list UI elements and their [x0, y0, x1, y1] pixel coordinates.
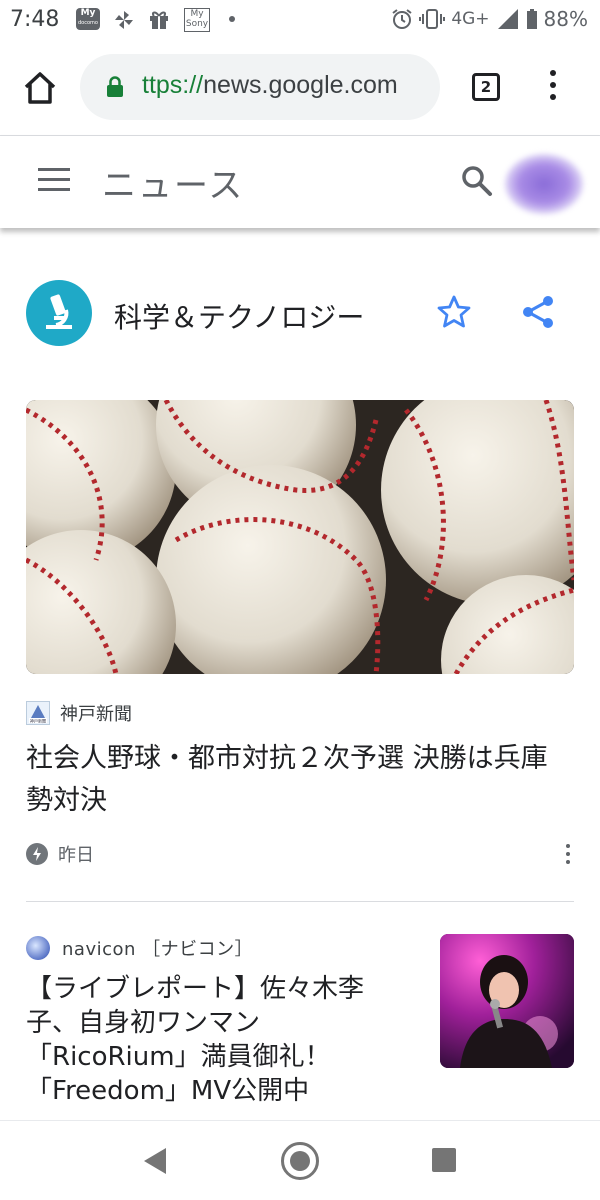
- article1-more-icon[interactable]: [564, 844, 572, 866]
- my-docomo-icon: My docomo: [76, 8, 100, 30]
- search-icon[interactable]: [460, 164, 494, 198]
- url-text: ttps://news.google.com: [142, 71, 398, 100]
- tab-switcher-button[interactable]: 2: [472, 73, 500, 101]
- article1-source[interactable]: 神戸新聞 神戸新聞: [26, 700, 132, 726]
- article1-time-text: 昨日: [58, 845, 94, 866]
- newspaper-logo-text: 神戸新聞: [30, 718, 46, 724]
- browser-toolbar: ttps://news.google.com 2: [0, 40, 600, 136]
- signal-icon: [497, 9, 518, 29]
- hamburger-menu-icon[interactable]: [38, 168, 70, 194]
- status-bar: 7:48 My docomo My Sony 4G+ 88%: [0, 0, 600, 40]
- battery-percent: 88%: [543, 7, 588, 31]
- article1-time: 昨日: [26, 840, 94, 868]
- account-avatar[interactable]: [505, 154, 583, 214]
- article2-headline-line: 子、自身初ワンマン: [26, 1008, 261, 1038]
- article2-headline-line: 「Freedom」MV公開中: [26, 1076, 310, 1106]
- url-scheme: ttps://: [142, 71, 204, 99]
- news-header: ニュース: [0, 136, 600, 228]
- home-icon[interactable]: [22, 70, 58, 106]
- gift-icon: [150, 11, 168, 29]
- dot-icon: [229, 16, 235, 22]
- newspaper-logo-icon: 神戸新聞: [29, 705, 47, 724]
- my-docomo-label: My: [80, 8, 96, 18]
- bolt-icon: [26, 843, 48, 865]
- alarm-icon: [392, 9, 412, 29]
- page-title: ニュース: [102, 166, 245, 206]
- article1-headline[interactable]: 社会人野球・都市対抗２次予選 決勝は兵庫勢対決: [26, 738, 574, 822]
- baseballs-image: [26, 400, 574, 674]
- battery-icon: [526, 9, 537, 29]
- science-section-icon: [26, 280, 92, 346]
- status-time: 7:48: [10, 7, 60, 32]
- article2-headline-line: 【ライブレポート】佐々木李: [26, 974, 365, 1004]
- my-sony-icon: My Sony: [184, 8, 210, 32]
- article2-source[interactable]: navicon ［ナビコン］: [26, 934, 253, 962]
- article2-thumbnail[interactable]: [440, 934, 574, 1068]
- article2-headline-line: 「RicoRium」満員御礼！: [26, 1042, 331, 1072]
- url-bar[interactable]: ttps://news.google.com: [80, 54, 440, 120]
- url-host: news.google.com: [203, 71, 398, 99]
- singer-photo: [440, 934, 574, 1068]
- microscope-icon: [46, 294, 72, 329]
- article1-source-name: 神戸新聞: [60, 704, 132, 725]
- status-right: 4G+ 88%: [391, 7, 588, 31]
- section-title: 科学＆テクノロジー: [114, 301, 365, 334]
- article2-source-name: navicon ［ナビコン］: [62, 939, 254, 960]
- vibrate-icon: [419, 9, 446, 29]
- nav-home-icon[interactable]: [281, 1142, 319, 1180]
- article2-headline[interactable]: 【ライブレポート】佐々木李 子、自身初ワンマン 「RicoRium」満員御礼！ …: [26, 972, 418, 1108]
- share-icon[interactable]: [520, 294, 556, 330]
- pinwheel-icon: [115, 11, 133, 29]
- android-nav-bar: [0, 1120, 600, 1200]
- article-hero-image[interactable]: [26, 400, 574, 674]
- kobe-shimbun-logo: 神戸新聞: [26, 701, 50, 725]
- recent-apps-icon[interactable]: [432, 1148, 456, 1172]
- docomo-label: docomo: [78, 20, 98, 26]
- browser-menu-button[interactable]: [548, 70, 558, 104]
- back-icon[interactable]: [142, 1146, 168, 1176]
- globe-icon: [26, 936, 50, 960]
- lock-icon: [107, 76, 123, 97]
- star-icon[interactable]: [436, 294, 472, 330]
- network-type: 4G+: [451, 9, 490, 29]
- divider: [26, 901, 574, 902]
